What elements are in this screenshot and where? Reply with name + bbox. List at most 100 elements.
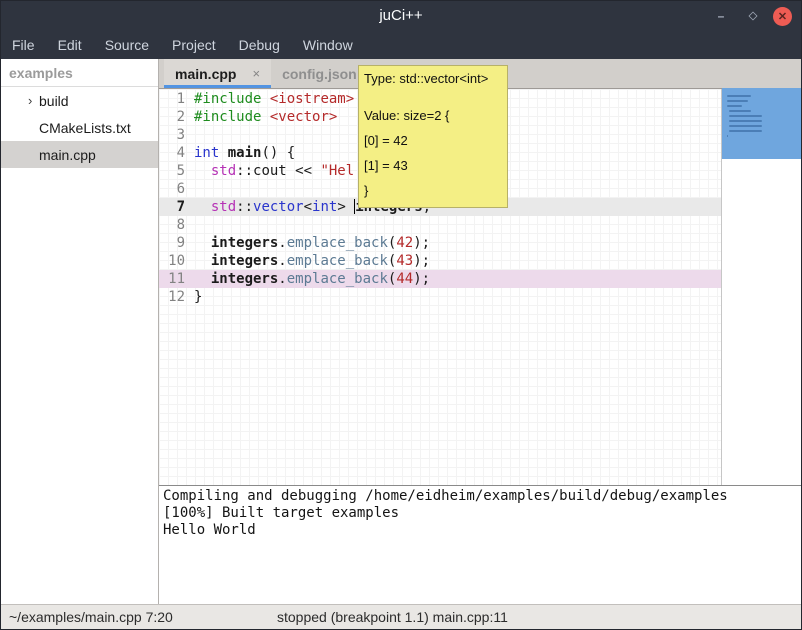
output-line: [100%] Built target examples (163, 505, 797, 522)
code-token: . (278, 235, 286, 251)
minimap-code-line (729, 130, 762, 132)
tooltip-value-line: [1] = 43 (364, 153, 502, 178)
code-token: () { (261, 145, 295, 161)
maximize-button[interactable] (741, 4, 765, 28)
code-text: integers.emplace_back(44); (194, 270, 430, 288)
code-token: ); (413, 253, 430, 269)
code-token: 42 (396, 235, 413, 251)
code-token: int (194, 145, 219, 161)
code-token (194, 199, 211, 215)
editor-line[interactable]: 9 integers.emplace_back(42); (159, 234, 721, 252)
code-token: #include (194, 91, 261, 107)
editor-line[interactable]: 11 integers.emplace_back(44); (159, 270, 721, 288)
code-token (194, 253, 211, 269)
code-token: ); (413, 271, 430, 287)
minimap-code-line (729, 115, 762, 117)
code-text: integers.emplace_back(43); (194, 252, 430, 270)
menu-item-file[interactable]: File (12, 37, 35, 53)
editor-line[interactable]: 8 (159, 216, 721, 234)
line-number[interactable]: 10 (159, 252, 191, 270)
code-token: integers (211, 253, 278, 269)
output-line: Hello World (163, 522, 797, 539)
tree-item-label: CMakeLists.txt (39, 120, 131, 136)
code-token: vector (253, 199, 304, 215)
code-text: int main() { (194, 144, 295, 162)
minimap-code-line (727, 100, 748, 102)
code-token: cout (253, 163, 287, 179)
code-token: ); (413, 235, 430, 251)
code-token: > (337, 199, 354, 215)
tree-item-label: main.cpp (39, 147, 96, 163)
tree-item-build[interactable]: ›build (1, 87, 158, 114)
minimize-button[interactable]: – (709, 4, 733, 28)
file-tree: ›build CMakeLists.txt main.cpp (1, 87, 158, 168)
line-number[interactable]: 3 (159, 126, 191, 144)
minimap-code-line (727, 135, 728, 137)
line-number[interactable]: 9 (159, 234, 191, 252)
minimap-viewport[interactable] (722, 88, 801, 159)
tab-main-cpp[interactable]: main.cpp × (164, 59, 271, 88)
chevron-right-icon[interactable]: › (1, 93, 39, 108)
file-tree-sidebar: examples ›build CMakeLists.txt main.cpp (1, 59, 159, 604)
code-text: } (194, 288, 202, 306)
minimap-code-line (727, 95, 751, 97)
code-token: . (278, 253, 286, 269)
code-token: emplace_back (287, 235, 388, 251)
code-token: emplace_back (287, 271, 388, 287)
maximize-icon (748, 11, 757, 20)
menu-item-window[interactable]: Window (303, 37, 353, 53)
debug-value-tooltip: Type: std::vector<int> Value: size=2 { [… (358, 65, 508, 208)
editor-line[interactable]: 10 integers.emplace_back(43); (159, 252, 721, 270)
code-token: << (287, 163, 321, 179)
minimap-code-line (729, 110, 750, 112)
tooltip-value-block: Value: size=2 { [0] = 42 [1] = 43} (364, 103, 502, 203)
statusbar: ~/examples/main.cpp 7:20 stopped (breakp… (1, 604, 801, 629)
code-token: :: (236, 163, 253, 179)
menu-item-project[interactable]: Project (172, 37, 216, 53)
code-token: emplace_back (287, 253, 388, 269)
menu-item-source[interactable]: Source (105, 37, 149, 53)
line-number[interactable]: 11 (159, 270, 191, 288)
code-token (261, 109, 269, 125)
line-number[interactable]: 8 (159, 216, 191, 234)
line-number[interactable]: 5 (159, 162, 191, 180)
tooltip-type-line: Type: std::vector<int> (364, 69, 502, 89)
tooltip-value-line: [0] = 42 (364, 128, 502, 153)
line-number[interactable]: 7 (159, 198, 191, 216)
build-output-panel[interactable]: Compiling and debugging /home/eidheim/ex… (159, 485, 801, 604)
code-token: integers (211, 235, 278, 251)
code-token: } (194, 289, 202, 305)
editor-line[interactable]: 12} (159, 288, 721, 306)
line-number[interactable]: 4 (159, 144, 191, 162)
code-token: <iostream> (270, 91, 354, 107)
app-window: juCi++ – ✕ File Edit Source Project Debug Win… (0, 0, 802, 630)
minimap-code-line (727, 105, 742, 107)
window-title: juCi++ (1, 1, 801, 31)
code-token: . (278, 271, 286, 287)
close-button[interactable]: ✕ (773, 7, 792, 26)
menu-item-debug[interactable]: Debug (239, 37, 280, 53)
code-token: 43 (396, 253, 413, 269)
code-text: integers.emplace_back(42); (194, 234, 430, 252)
tab-config-json[interactable]: config.json (271, 59, 368, 88)
code-token: "Hel (320, 163, 354, 179)
code-text: #include <vector> (194, 108, 337, 126)
line-number[interactable]: 2 (159, 108, 191, 126)
tree-item-label: build (39, 93, 69, 109)
code-token (194, 271, 211, 287)
line-number[interactable]: 1 (159, 90, 191, 108)
tooltip-value-line: Value: size=2 { (364, 103, 502, 128)
tree-item-cmakelists-txt[interactable]: CMakeLists.txt (1, 114, 158, 141)
tree-item-main-cpp[interactable]: main.cpp (1, 141, 158, 168)
tab-label: config.json (282, 66, 357, 82)
line-number[interactable]: 6 (159, 180, 191, 198)
minimap[interactable] (721, 89, 801, 485)
line-number[interactable]: 12 (159, 288, 191, 306)
code-text: #include <iostream> (194, 90, 354, 108)
tab-label: main.cpp (175, 66, 236, 82)
tab-close-icon[interactable]: × (252, 66, 260, 81)
menubar: File Edit Source Project Debug Window (1, 31, 801, 59)
menu-item-edit[interactable]: Edit (58, 37, 82, 53)
project-name-header: examples (1, 59, 158, 87)
titlebar[interactable]: juCi++ – ✕ (1, 1, 801, 31)
